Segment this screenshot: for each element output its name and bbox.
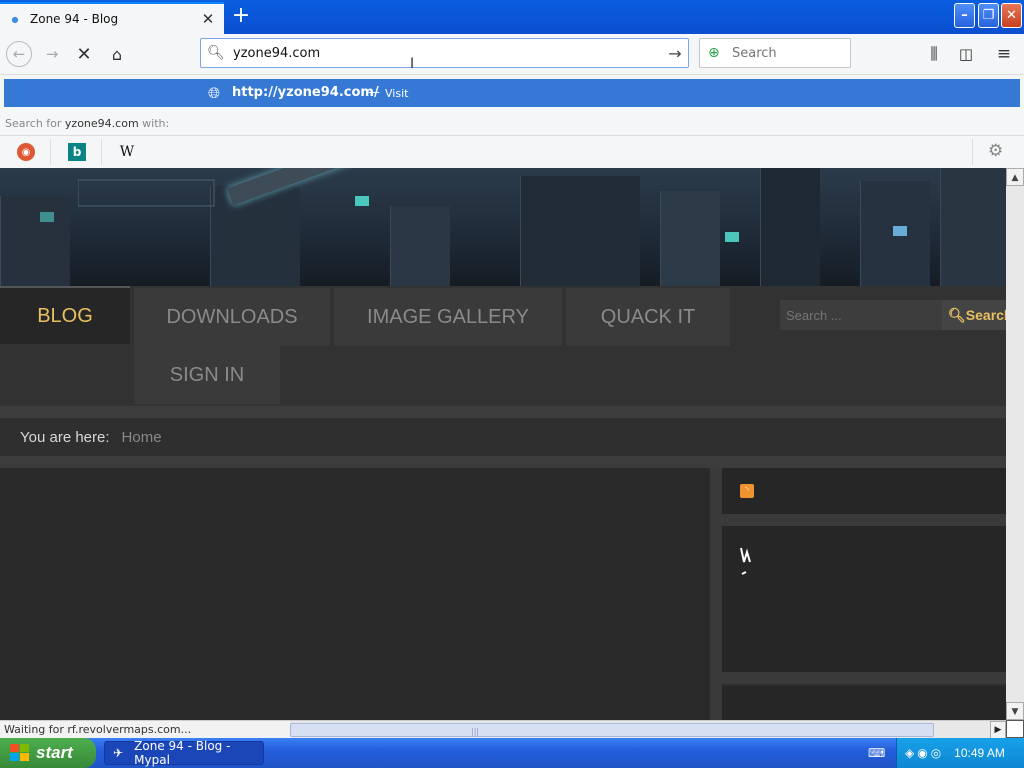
window-close-button[interactable]: ✕ [1001, 3, 1022, 28]
taskbar-window-label: Zone 94 - Blog - Mypal [134, 739, 231, 767]
breadcrumb: You are here: Home [0, 418, 1006, 456]
widget-gap [722, 672, 1006, 684]
menu-quack-it[interactable]: QUACK IT [566, 288, 730, 346]
close-tab-icon[interactable]: ✕ [200, 10, 216, 28]
url-input[interactable]: yzone94.com [233, 46, 662, 61]
clock: 10:49 AM [954, 746, 1005, 760]
suggestion-url: http://yzone94.com/ [232, 85, 379, 100]
engine-divider [50, 139, 51, 165]
mypal-icon: ✈ [113, 746, 124, 760]
go-arrow-icon[interactable]: → [662, 44, 688, 63]
widget-gap [722, 514, 1006, 526]
scrollbar-corner [1006, 720, 1024, 738]
scroll-thumb[interactable]: ||| [290, 723, 934, 737]
back-button[interactable]: ← [6, 41, 32, 67]
navigation-bar: ← → ✕ ⌂ 🔍︎ yzone94.com → ⊕ ⫼ ◫ ≡ [0, 34, 1024, 74]
dropdown-divider [0, 135, 1024, 136]
web-page: BLOG DOWNLOADS IMAGE GALLERY QUACK IT SI… [0, 168, 1006, 720]
keyboard-icon[interactable]: ⌨ [868, 746, 885, 760]
rss-widget: ◝ [722, 468, 1006, 514]
tab-bar: ● Zone 94 - Blog ✕ + – ❐ ✕ [0, 0, 1024, 34]
hamburger-menu-icon[interactable]: ≡ [990, 40, 1018, 68]
site-search-label: Search [965, 307, 1006, 323]
text-cursor-icon: I [410, 56, 415, 72]
site-menu: BLOG DOWNLOADS IMAGE GALLERY QUACK IT SI… [0, 286, 1006, 406]
new-tab-button[interactable]: + [228, 4, 254, 30]
scroll-up-icon[interactable]: ▲ [1006, 168, 1024, 186]
engine-divider [101, 139, 102, 165]
url-suggestion[interactable]: 🌐︎ http://yzone94.com/ — Visit [4, 79, 1020, 107]
search-for-term: yzone94.com [64, 117, 139, 130]
globe-icon: 🌐︎ [208, 84, 221, 102]
browser-search-box[interactable]: ⊕ [699, 38, 851, 68]
bing-icon[interactable]: b [68, 143, 86, 161]
duckduckgo-icon[interactable]: ◉ [17, 143, 35, 161]
search-engine-icon: ⊕ [708, 45, 720, 61]
site-logo [77, 178, 218, 214]
windows-logo-icon [10, 744, 30, 762]
loading-widget-icon [740, 546, 752, 585]
system-tray: ◈◉◎ 10:49 AM [896, 738, 1024, 768]
breadcrumb-label: You are here: [20, 428, 110, 446]
favicon-icon: ● [11, 14, 19, 24]
tab-title: Zone 94 - Blog [30, 12, 119, 26]
main-content [0, 468, 710, 720]
forward-button[interactable]: → [38, 40, 66, 68]
vertical-scrollbar[interactable]: ▲ ▼ [1006, 168, 1024, 720]
menu-image-gallery[interactable]: IMAGE GALLERY [334, 288, 562, 346]
gear-icon[interactable]: ⚙ [988, 141, 1003, 161]
search-icon: 🔍︎ [207, 45, 225, 61]
url-dropdown: 🌐︎ http://yzone94.com/ — Visit Search fo… [0, 74, 1024, 168]
zone94-logo-icon [77, 179, 215, 207]
maximize-button[interactable]: ❐ [978, 3, 999, 28]
menu-downloads[interactable]: DOWNLOADS [134, 288, 330, 346]
suggestion-separator: — [368, 85, 380, 99]
tray-network-icon[interactable]: ◈◉◎ [905, 746, 944, 760]
taskbar-window-button[interactable]: ✈ Zone 94 - Blog - Mypal [104, 739, 264, 767]
home-button[interactable]: ⌂ [103, 40, 131, 68]
scroll-down-icon[interactable]: ▼ [1006, 702, 1024, 720]
minimize-button[interactable]: – [954, 3, 975, 28]
rss-icon[interactable]: ◝ [740, 484, 754, 498]
breadcrumb-home: Home [121, 428, 162, 446]
browser-search-input[interactable] [732, 45, 842, 61]
menu-sign-in[interactable]: SIGN IN [134, 346, 280, 404]
wikipedia-icon[interactable]: W [118, 143, 136, 161]
search-for-prefix: Search for [5, 117, 62, 130]
page-divider [0, 456, 1006, 468]
start-button[interactable]: start [0, 738, 96, 768]
menu-blog[interactable]: BLOG [0, 286, 130, 344]
search-for-suffix: with: [142, 117, 170, 130]
column-gap [710, 468, 722, 720]
widget-glyph-icon [740, 547, 751, 575]
start-label: start [36, 743, 73, 762]
scroll-right-icon[interactable]: ▶ [990, 721, 1006, 739]
tab-zone94[interactable]: ● Zone 94 - Blog ✕ [0, 2, 224, 34]
stop-button[interactable]: ✕ [70, 40, 98, 68]
site-search-input[interactable] [780, 300, 942, 330]
sidebar-widget [722, 526, 1006, 672]
sidebar-widget [722, 686, 1006, 720]
horizontal-scrollbar[interactable]: ||| ▶ [290, 720, 1006, 739]
search-for-label: Search for yzone94.com with: [5, 117, 169, 130]
engine-divider [972, 139, 973, 165]
search-icon: 🔍︎ [948, 306, 966, 323]
page-divider [0, 406, 1006, 418]
taskbar: start ✈ Zone 94 - Blog - Mypal ⌨ ◈◉◎ 10:… [0, 738, 1024, 768]
status-bar: Waiting for rf.revolvermaps.com... [0, 720, 290, 738]
site-banner [0, 168, 1006, 286]
library-icon[interactable]: ⫼ [920, 40, 948, 68]
sidebar-icon[interactable]: ◫ [952, 40, 980, 68]
url-bar[interactable]: 🔍︎ yzone94.com → [200, 38, 689, 68]
suggestion-action: Visit [385, 87, 409, 100]
site-search-button[interactable]: 🔍︎ Search [942, 300, 1006, 330]
grip-icon: ||| [471, 727, 480, 736]
